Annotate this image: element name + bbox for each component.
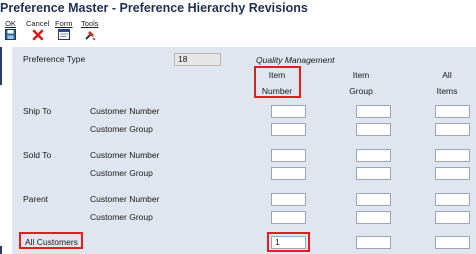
row-label-customer-number: Customer Number: [90, 194, 160, 204]
parent-customer-group-all-items-field[interactable]: [435, 211, 470, 224]
tools-icon: [81, 29, 99, 42]
all-customers-highlight: [19, 232, 83, 249]
all-customers-all-items-field[interactable]: [435, 236, 470, 249]
ship-to-customer-group-all-items-field[interactable]: [435, 123, 470, 136]
toolbar: OK Cancel Form Tools: [0, 17, 476, 43]
item-number-header-highlight: [254, 66, 301, 98]
row-label-customer-number: Customer Number: [90, 150, 160, 160]
row-label-customer-group: Customer Group: [90, 124, 153, 134]
title-bar: Preference Master - Preference Hierarchy…: [0, 0, 476, 16]
column-header-item-group[interactable]: Item Group: [338, 67, 384, 99]
cancel-x-icon: [26, 29, 49, 42]
cancel-button[interactable]: Cancel: [26, 19, 49, 42]
row-label-customer-group: Customer Group: [90, 168, 153, 178]
sold-to-customer-group-item-group-field[interactable]: [356, 167, 391, 180]
column-header-line2: Items: [436, 86, 458, 96]
group-label-parent: Parent: [23, 194, 49, 204]
parent-customer-number-all-items-field[interactable]: [435, 193, 470, 206]
left-edge-marker: [0, 246, 2, 254]
window-title: Preference Master - Preference Hierarchy…: [0, 1, 308, 15]
column-header-line1: All: [442, 70, 452, 80]
preference-type-field[interactable]: 18: [174, 53, 221, 66]
all-customers-item-group-field[interactable]: [356, 236, 391, 249]
sold-to-customer-group-all-items-field[interactable]: [435, 167, 470, 180]
row-label-customer-number: Customer Number: [90, 106, 160, 116]
ship-to-customer-number-all-items-field[interactable]: [435, 105, 470, 118]
tools-menu-button[interactable]: Tools: [81, 19, 99, 42]
tools-label: Tools: [81, 19, 99, 28]
sold-to-customer-number-item-number-field[interactable]: [271, 149, 306, 162]
ship-to-customer-group-item-group-field[interactable]: [356, 123, 391, 136]
group-label-ship-to: Ship To: [23, 106, 52, 116]
column-header-all-items[interactable]: All Items: [424, 67, 470, 99]
cancel-label: Cancel: [26, 19, 50, 28]
ship-to-customer-number-item-group-field[interactable]: [356, 105, 391, 118]
form-icon: [55, 29, 73, 42]
column-header-line2: Group: [349, 86, 373, 96]
form-panel: [12, 47, 476, 254]
sold-to-customer-group-item-number-field[interactable]: [271, 167, 306, 180]
form-label: Form: [55, 19, 73, 28]
parent-customer-number-item-number-field[interactable]: [271, 193, 306, 206]
preference-type-label: Preference Type: [23, 54, 86, 64]
form-menu-button[interactable]: Form: [55, 19, 73, 42]
ship-to-customer-group-item-number-field[interactable]: [271, 123, 306, 136]
column-header-line1: Item: [352, 70, 370, 80]
parent-customer-number-item-group-field[interactable]: [356, 193, 391, 206]
preference-type-description: Quality Management: [256, 55, 335, 65]
parent-customer-group-item-group-field[interactable]: [356, 211, 391, 224]
ship-to-customer-number-item-number-field[interactable]: [271, 105, 306, 118]
group-label-sold-to: Sold To: [23, 150, 52, 160]
ok-button[interactable]: OK: [5, 19, 16, 42]
row-label-customer-group: Customer Group: [90, 212, 153, 222]
sold-to-customer-number-all-items-field[interactable]: [435, 149, 470, 162]
all-customers-item-number-highlight: [267, 232, 310, 252]
sold-to-customer-number-item-group-field[interactable]: [356, 149, 391, 162]
ok-label: OK: [5, 19, 16, 28]
left-edge-marker: [0, 47, 2, 85]
parent-customer-group-item-number-field[interactable]: [271, 211, 306, 224]
save-icon: [5, 29, 16, 42]
